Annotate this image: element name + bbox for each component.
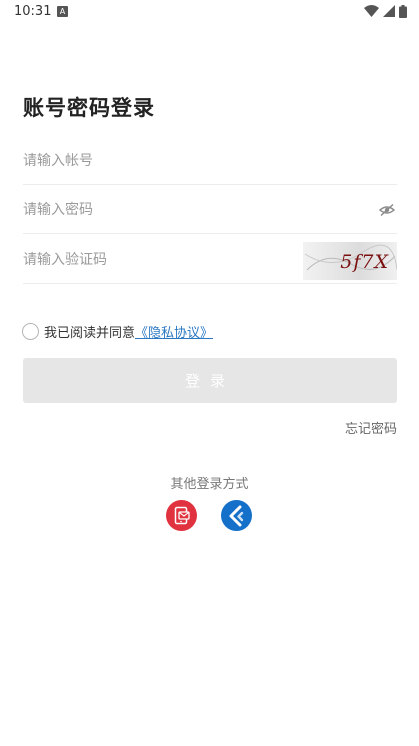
login-button[interactable]: 登录 xyxy=(23,358,397,403)
account-input[interactable] xyxy=(23,137,397,184)
eye-off-icon[interactable] xyxy=(379,203,395,217)
captcha-text: 5f7X xyxy=(340,251,389,273)
wifi-icon xyxy=(364,5,379,17)
status-time: 10:31 xyxy=(14,4,52,19)
account-field xyxy=(23,137,397,185)
status-bar: 10:31 A xyxy=(0,0,419,24)
battery-icon xyxy=(399,4,407,18)
password-field xyxy=(23,186,397,234)
other-login-label: 其他登录方式 xyxy=(170,477,249,492)
agreement-text: 我已阅读并同意 xyxy=(44,325,136,341)
agreement-checkbox[interactable] xyxy=(22,322,39,340)
phone-message-icon xyxy=(174,506,190,525)
agreement-row: 我已阅读并同意 《隐私协议》 xyxy=(22,321,213,341)
status-icons xyxy=(364,4,407,18)
captcha-image[interactable]: 5f7X xyxy=(303,242,397,280)
notification-a-icon: A xyxy=(57,6,68,17)
app-logo-icon xyxy=(229,505,244,527)
forgot-password-link[interactable]: 忘记密码 xyxy=(345,418,397,437)
password-input[interactable] xyxy=(23,186,397,233)
privacy-agreement-link[interactable]: 《隐私协议》 xyxy=(135,322,213,341)
page-title: 账号密码登录 xyxy=(23,96,155,120)
app-login-icon[interactable] xyxy=(221,500,252,531)
signal-icon xyxy=(383,5,395,17)
captcha-field: 5f7X xyxy=(23,236,397,284)
sms-login-icon[interactable] xyxy=(166,500,197,531)
